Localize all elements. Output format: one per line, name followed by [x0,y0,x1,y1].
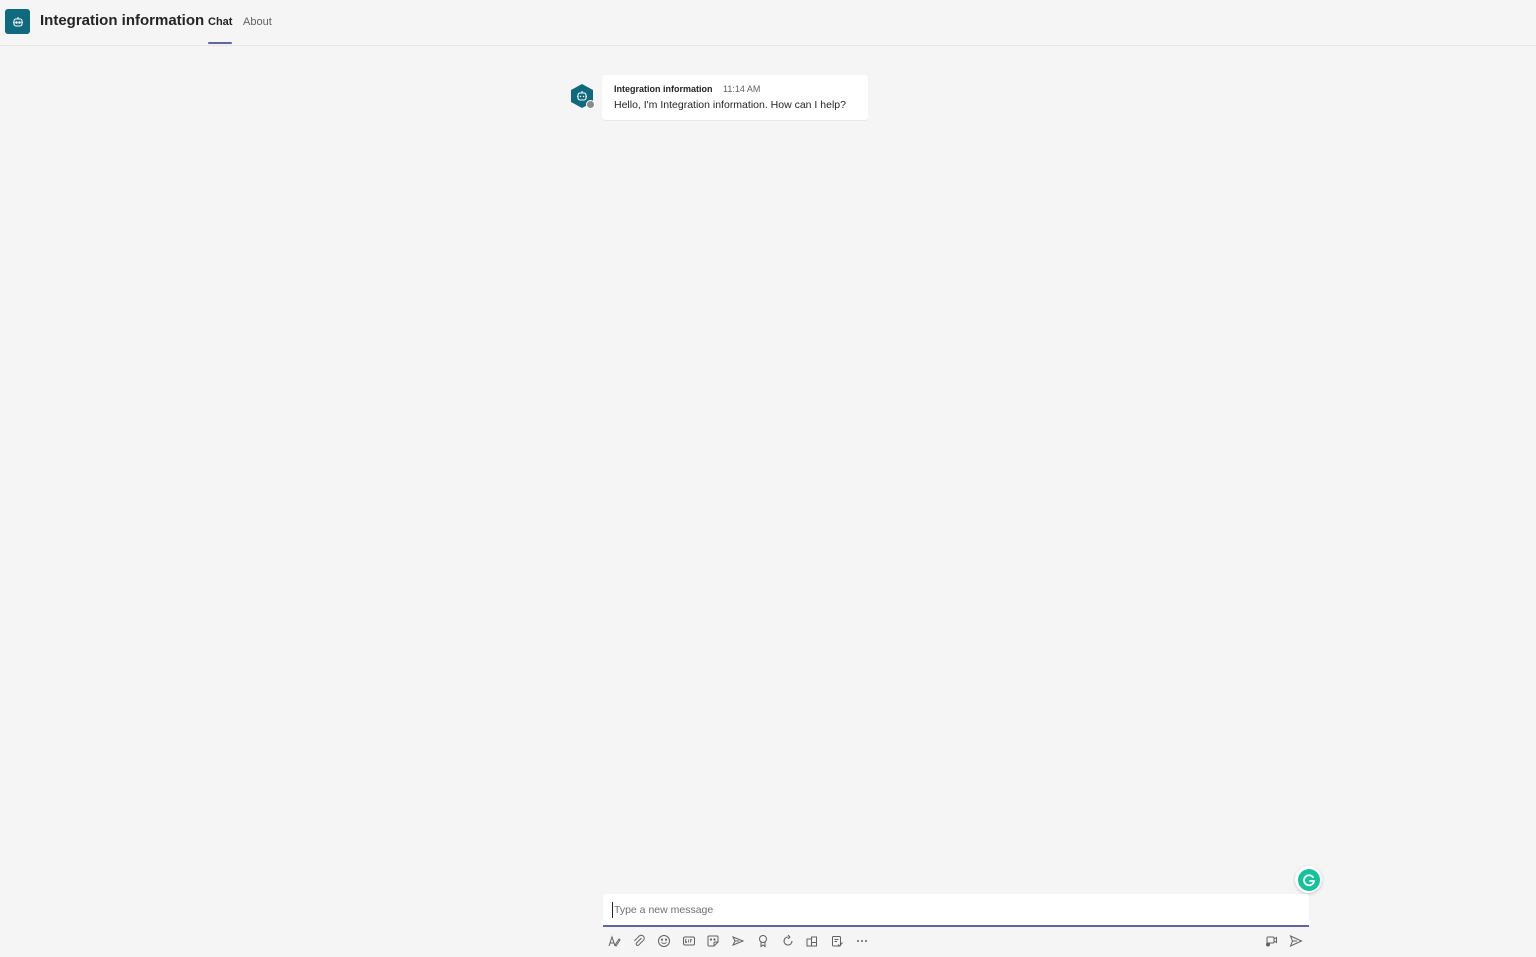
send-button[interactable] [1286,931,1306,951]
send-icon [1289,935,1303,947]
app-header: Integration information Chat About [0,0,1536,46]
message-text: Hello, I'm Integration information. How … [614,99,846,111]
loop-button[interactable] [778,931,798,951]
tab-chat[interactable]: Chat [208,16,233,46]
praise-icon [759,935,767,948]
message-sender: Integration information [614,84,713,94]
message-input[interactable] [612,902,1292,918]
tab-about[interactable]: About [243,16,272,46]
loop-icon [783,934,793,946]
meet-now-button[interactable] [728,931,748,951]
format-icon [608,935,621,947]
bot-icon[interactable] [5,9,30,34]
gif-button[interactable] [679,931,699,951]
video-clip-icon [1266,936,1277,947]
attach-icon [634,934,645,946]
praise-button[interactable] [753,931,773,951]
more-icon [857,940,867,942]
grammarly-button[interactable] [1295,866,1322,893]
message-bubble[interactable]: Integration information 11:14 AM Hello, … [602,75,868,120]
emoji-button[interactable] [654,931,674,951]
sticker-icon [707,935,719,947]
format-button[interactable] [604,931,624,951]
approvals-button[interactable] [827,931,847,951]
approvals-icon [832,936,843,947]
sticker-button[interactable] [703,931,723,951]
gif-icon [683,936,695,946]
apps-button[interactable] [802,931,822,951]
more-options-button[interactable] [852,931,872,951]
compose-box[interactable] [603,894,1309,927]
page-title: Integration information [40,12,205,29]
attach-button[interactable] [629,931,649,951]
message-timestamp: 11:14 AM [723,84,761,94]
emoji-icon [658,935,670,947]
meet-now-icon [731,936,745,946]
presence-status-icon [586,100,595,109]
grammarly-icon [1297,868,1320,891]
apps-icon [806,936,817,947]
video-clip-button[interactable] [1261,931,1281,951]
